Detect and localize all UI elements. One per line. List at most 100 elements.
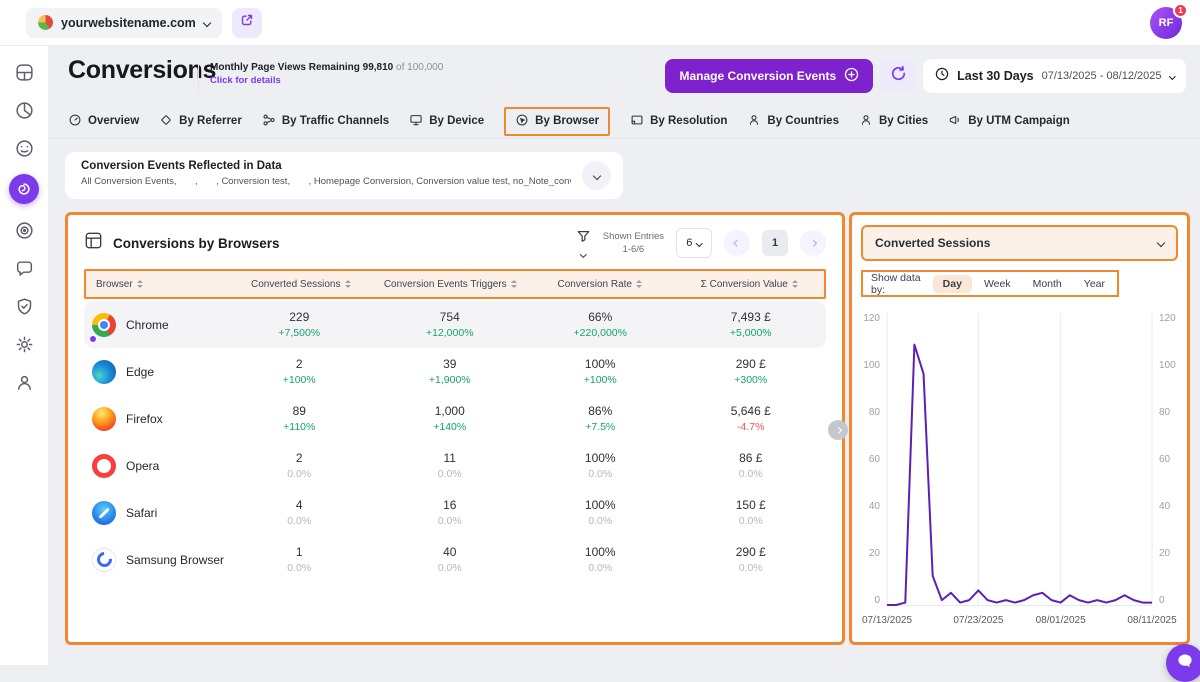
next-page-button[interactable] (800, 230, 826, 256)
chevron-down-icon (203, 18, 211, 26)
sidebar-item-feedback[interactable] (12, 256, 36, 280)
cell-value: 1,000 (375, 404, 526, 418)
sidebar-item-conversions[interactable] (9, 174, 39, 204)
table-row-safari[interactable]: Safari 40.0% 160.0% 100%0.0% 150 £0.0% (84, 489, 826, 536)
metric-selector-dropdown[interactable]: Converted Sessions (861, 225, 1178, 261)
column-header-conversion-events-triggers[interactable]: Conversion Events Triggers (376, 279, 526, 290)
panel-resize-handle[interactable] (828, 420, 848, 440)
tab-by-resolution[interactable]: By Resolution (630, 113, 727, 130)
table-row-firefox[interactable]: Firefox 89+110% 1,000+140% 86%+7.5% 5,64… (84, 395, 826, 442)
column-header-conversion-value[interactable]: Σ Conversion Value (675, 279, 825, 290)
shown-entries-label: Shown Entries (603, 230, 664, 243)
person-icon (859, 113, 873, 130)
prev-page-button[interactable] (724, 230, 750, 256)
sidebar-item-account[interactable] (12, 370, 36, 394)
sidebar-item-targets[interactable] (12, 218, 36, 242)
divider (198, 62, 199, 94)
events-bar-title: Conversion Events Reflected in Data (81, 160, 571, 172)
events-bar-subtitle: All Conversion Events, , , Conversion te… (81, 176, 571, 187)
share-nodes-icon (262, 113, 276, 130)
opera-browser-icon (92, 454, 116, 478)
sidebar-item-statistics[interactable] (12, 98, 36, 122)
granularity-day-button[interactable]: Day (933, 275, 972, 293)
y-tick-label: 60 (1159, 454, 1179, 465)
safari-browser-icon (92, 501, 116, 525)
tab-by-device[interactable]: By Device (409, 113, 484, 130)
chart-area: 120 100 80 60 40 20 0 120 100 80 60 40 (860, 313, 1179, 629)
tab-by-utm-campaign[interactable]: By UTM Campaign (948, 113, 1070, 130)
chevron-down-icon (1157, 239, 1165, 247)
cell-value: 7,493 £ (676, 310, 827, 324)
tab-by-referrer[interactable]: By Referrer (159, 113, 242, 130)
chevron-down-icon (1169, 73, 1175, 79)
y-tick-label: 20 (1159, 548, 1179, 559)
clock-icon (935, 67, 949, 86)
cell-value: 754 (375, 310, 526, 324)
header-actions: Manage Conversion Events Last 30 Days 07… (665, 59, 1186, 93)
cell-value: 1 (224, 545, 375, 559)
tabs-divider (48, 138, 1200, 139)
sidebar-item-visitors[interactable] (12, 136, 36, 160)
column-header-converted-sessions[interactable]: Converted Sessions (226, 279, 376, 290)
cell-delta: 0.0% (224, 562, 375, 574)
cell-value: 100% (525, 451, 676, 465)
granularity-year-button[interactable]: Year (1074, 275, 1115, 293)
cell-delta: +300% (676, 374, 827, 386)
table-row-chrome[interactable]: Chrome 229+7,500% 754+12,000% 66%+220,00… (84, 301, 826, 348)
converted-sessions-chart-panel: Converted Sessions Show data by: Day Wee… (849, 212, 1190, 645)
browser-name: Edge (126, 365, 154, 379)
live-indicator-dot (89, 335, 97, 343)
granularity-week-button[interactable]: Week (974, 275, 1021, 293)
cell-value: 2 (224, 451, 375, 465)
tab-label: By Cities (879, 115, 928, 127)
refresh-button[interactable] (881, 59, 915, 93)
tab-label: Overview (88, 115, 139, 127)
conversions-by-browsers-panel: Conversions by Browsers Shown Entries 1-… (65, 212, 845, 645)
conversion-events-bar: Conversion Events Reflected in Data All … (65, 152, 623, 199)
granularity-month-button[interactable]: Month (1023, 275, 1072, 293)
manage-conversion-events-button[interactable]: Manage Conversion Events (665, 59, 873, 93)
table-row-opera[interactable]: Opera 20.0% 110.0% 100%0.0% 86 £0.0% (84, 442, 826, 489)
sidebar-item-settings[interactable] (12, 332, 36, 356)
filter-button[interactable] (576, 229, 591, 257)
browser-globe-icon (515, 113, 529, 130)
chevron-right-icon (835, 427, 841, 433)
site-selector-label: yourwebsitename.com (61, 16, 196, 30)
tab-overview[interactable]: Overview (68, 113, 139, 130)
plus-circle-icon (844, 67, 859, 85)
cell-value: 66% (525, 310, 676, 324)
open-site-button[interactable] (232, 8, 262, 38)
site-selector[interactable]: yourwebsitename.com (26, 8, 222, 38)
column-label: Σ Conversion Value (701, 279, 788, 290)
page-size-value: 6 (686, 237, 692, 249)
sidebar-item-dashboard[interactable] (12, 60, 36, 84)
cell-delta: +12,000% (375, 327, 526, 339)
grid-icon (84, 231, 103, 255)
column-header-conversion-rate[interactable]: Conversion Rate (525, 279, 675, 290)
support-chat-button[interactable] (1166, 644, 1200, 682)
megaphone-icon (948, 113, 962, 130)
y-tick-label: 0 (860, 595, 880, 606)
user-menu[interactable]: RF 1 (1150, 7, 1182, 39)
sort-icon (792, 280, 798, 288)
column-header-browser[interactable]: Browser (86, 279, 226, 290)
table-row-samsung-browser[interactable]: Samsung Browser 10.0% 400.0% 100%0.0% 29… (84, 536, 826, 583)
y-tick-label: 0 (1159, 595, 1179, 606)
tab-by-countries[interactable]: By Countries (747, 113, 839, 130)
shield-check-icon (14, 296, 35, 317)
quota-details-link[interactable]: Click for details (210, 75, 443, 86)
tab-by-browser[interactable]: By Browser (504, 107, 610, 136)
tab-by-traffic-channels[interactable]: By Traffic Channels (262, 113, 389, 130)
tab-by-cities[interactable]: By Cities (859, 113, 928, 130)
events-bar-expand-button[interactable] (582, 161, 611, 190)
date-range-picker[interactable]: Last 30 Days 07/13/2025 - 08/12/2025 (923, 59, 1186, 93)
current-page-button[interactable]: 1 (762, 230, 788, 256)
table-row-edge[interactable]: Edge 2+100% 39+1,900% 100%+100% 290 £+30… (84, 348, 826, 395)
table-header-row: Browser Converted Sessions Conversion Ev… (84, 269, 826, 299)
granularity-selector: Show data by: Day Week Month Year (861, 270, 1119, 297)
page-size-select[interactable]: 6 (676, 228, 712, 258)
manage-button-label: Manage Conversion Events (679, 69, 836, 83)
sidebar-item-privacy[interactable] (12, 294, 36, 318)
shown-entries-value: 1-6/6 (603, 243, 664, 256)
y-tick-label: 120 (1159, 313, 1179, 324)
